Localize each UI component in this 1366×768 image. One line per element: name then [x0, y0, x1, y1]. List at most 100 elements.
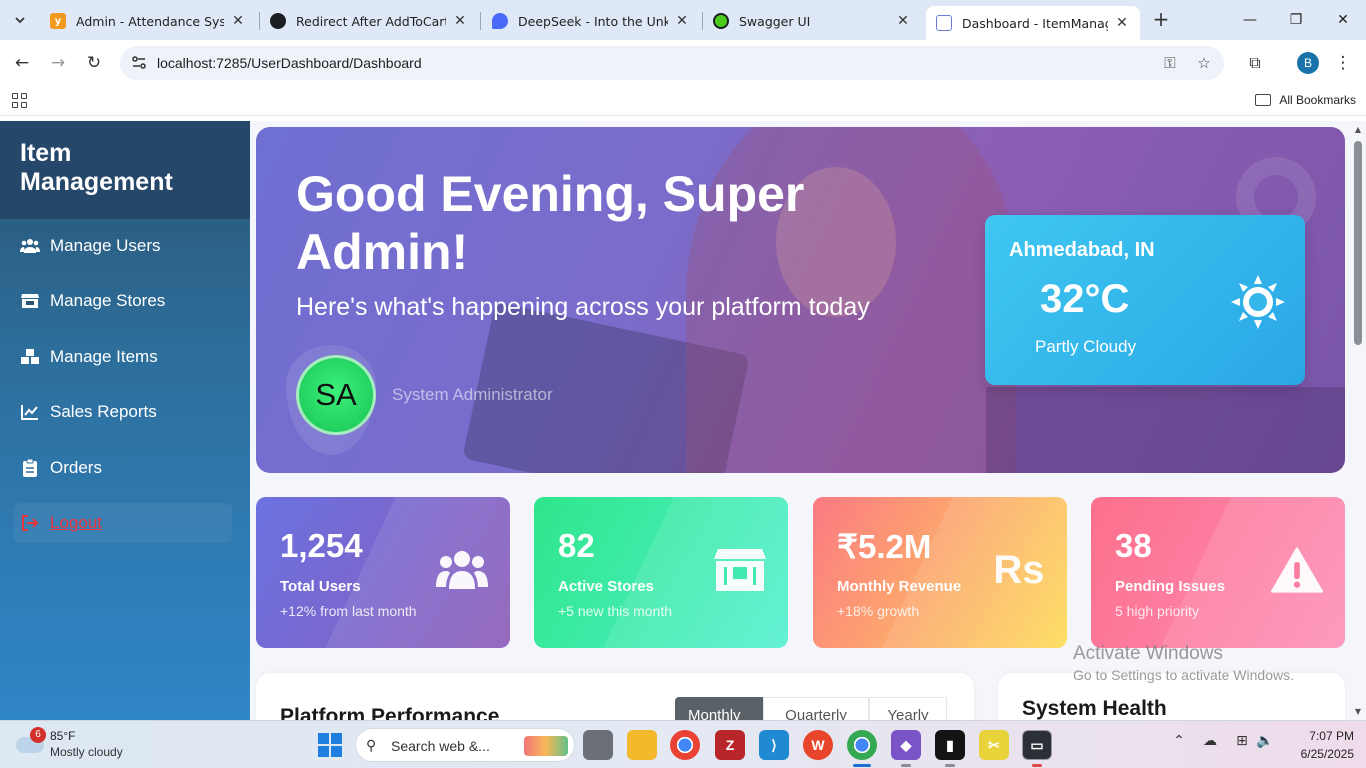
stat-value: 82: [558, 527, 595, 564]
new-tab-plus-icon[interactable]: +: [1150, 8, 1172, 30]
tray-chevron-up-icon[interactable]: ⌃: [1168, 733, 1190, 749]
tab-yearly[interactable]: Yearly: [869, 697, 947, 720]
browser-toolbar: ← → ↻ localhost:7285/UserDashboard/Dashb…: [0, 40, 1366, 86]
taskbar-weather-widget[interactable]: 6 85°F Mostly cloudy: [16, 727, 156, 763]
close-tab-icon[interactable]: ✕: [1114, 15, 1130, 31]
sidebar-item-label: Logout: [50, 513, 102, 532]
task-view-icon[interactable]: [583, 730, 613, 760]
sidebar-item-orders[interactable]: Orders: [0, 445, 250, 491]
sun-icon: [1231, 275, 1285, 329]
sidebar-item-sales-reports[interactable]: Sales Reports: [0, 389, 250, 435]
sidebar-item-manage-stores[interactable]: Manage Stores: [0, 278, 250, 324]
volume-icon[interactable]: 🔈: [1254, 733, 1276, 749]
close-tab-icon[interactable]: ✕: [895, 13, 911, 29]
browser-tab-deepseek[interactable]: DeepSeek - Into the Unknow ✕: [482, 6, 700, 36]
close-tab-icon[interactable]: ✕: [230, 13, 246, 29]
scroll-down-arrow-icon[interactable]: ▼: [1353, 707, 1363, 716]
taskbar-search-box[interactable]: ⚲ Search web &...: [355, 728, 575, 762]
tab-title: Admin - Attendance System: [76, 13, 224, 29]
user-role: System Administrator: [392, 385, 553, 404]
clipboard-icon: [20, 459, 40, 477]
folder-icon: [1255, 94, 1272, 106]
sidebar: Item Management Manage Users Manage Stor…: [0, 121, 250, 720]
file-explorer-icon[interactable]: [627, 730, 657, 760]
apps-grid-icon[interactable]: [12, 93, 28, 109]
close-window-icon[interactable]: ✕: [1331, 8, 1355, 32]
sidebar-item-manage-items[interactable]: Manage Items: [0, 334, 250, 380]
terminal-icon[interactable]: ▭: [1022, 730, 1052, 760]
sidebar-item-manage-users[interactable]: Manage Users: [0, 223, 250, 269]
browser-tab-dashboard[interactable]: Dashboard - ItemManageme ✕: [926, 6, 1140, 40]
minimize-icon[interactable]: —: [1238, 8, 1262, 32]
attendance-favicon-icon: y: [50, 13, 66, 29]
taskbar-clock[interactable]: 7:07 PM 6/25/2025: [1301, 727, 1354, 763]
chrome-icon[interactable]: [670, 730, 700, 760]
tab-search-chevron-icon[interactable]: [8, 8, 32, 32]
stat-value: 1,254: [280, 527, 363, 564]
active-app-indicator: [853, 764, 871, 767]
weather-city: Ahmedabad, IN: [1009, 239, 1155, 261]
all-bookmarks-label: All Bookmarks: [1279, 93, 1356, 107]
stat-card-active-stores[interactable]: 82 Active Stores +5 new this month: [534, 497, 788, 648]
reload-icon[interactable]: ↻: [82, 51, 106, 75]
greeting-heading: Good Evening, Super Admin!: [296, 166, 805, 280]
sidebar-brand: Item Management: [0, 121, 250, 219]
address-bar[interactable]: localhost:7285/UserDashboard/Dashboard ⚿…: [120, 46, 1224, 80]
windows-taskbar: 6 85°F Mostly cloudy ⚲ Search web &... Z…: [0, 720, 1366, 768]
password-key-icon[interactable]: ⚿: [1160, 54, 1180, 74]
all-bookmarks-button[interactable]: All Bookmarks: [1255, 93, 1356, 107]
chart-line-icon: [20, 403, 40, 421]
scroll-up-arrow-icon[interactable]: ▲: [1353, 125, 1363, 134]
cursor-editor-icon[interactable]: ▮: [935, 730, 965, 760]
stat-label: Monthly Revenue: [837, 578, 962, 595]
tab-quarterly[interactable]: Quarterly: [763, 697, 869, 720]
browser-tab-redirect[interactable]: Redirect After AddToCart ✕: [260, 6, 478, 36]
stat-subtext: +5 new this month: [558, 603, 673, 619]
deepseek-whale-icon: [492, 13, 508, 29]
stat-card-pending-issues[interactable]: 38 Pending Issues 5 high priority: [1091, 497, 1345, 648]
stat-card-monthly-revenue[interactable]: ₹5.2M Monthly Revenue +18% growth Rs: [813, 497, 1067, 648]
weather-condition: Partly Cloudy: [1035, 337, 1137, 356]
visual-studio-icon[interactable]: ◆: [891, 730, 921, 760]
browser-tab-swagger[interactable]: Swagger UI ✕: [703, 6, 921, 36]
cloud-sync-icon[interactable]: ☁: [1199, 733, 1221, 749]
snipping-tool-icon[interactable]: ✂: [979, 730, 1009, 760]
extensions-puzzle-icon[interactable]: ⧉: [1243, 51, 1267, 75]
wps-office-icon[interactable]: W: [803, 730, 833, 760]
panel-title: Platform Performance: [280, 705, 500, 720]
filezilla-icon[interactable]: Z: [715, 730, 745, 760]
stat-card-total-users[interactable]: 1,254 Total Users +12% from last month: [256, 497, 510, 648]
scroll-thumb[interactable]: [1354, 141, 1362, 345]
page-scrollbar[interactable]: ▲ ▼: [1350, 121, 1366, 720]
url-text: localhost:7285/UserDashboard/Dashboard: [157, 55, 422, 71]
sidebar-item-label: Manage Stores: [50, 291, 166, 310]
chrome-active-icon[interactable]: [847, 730, 877, 760]
panel-title: System Health: [1022, 697, 1167, 720]
vscode-icon[interactable]: ⟩: [759, 730, 789, 760]
site-info-icon[interactable]: [130, 54, 148, 72]
forward-arrow-icon[interactable]: →: [46, 51, 70, 75]
profile-avatar[interactable]: B: [1297, 52, 1319, 74]
browser-tabstrip: y Admin - Attendance System ✕ Redirect A…: [0, 0, 1366, 40]
github-favicon-icon: [270, 13, 286, 29]
logout-icon: [20, 514, 40, 532]
swagger-favicon-icon: [713, 13, 729, 29]
sidebar-item-logout[interactable]: Logout: [0, 500, 250, 546]
app-indicator: [945, 764, 955, 767]
close-tab-icon[interactable]: ✕: [452, 13, 468, 29]
close-tab-icon[interactable]: ✕: [674, 13, 690, 29]
sidebar-item-label: Sales Reports: [50, 402, 157, 421]
bookmark-star-icon[interactable]: ☆: [1194, 54, 1214, 74]
network-icon[interactable]: ⊞: [1231, 733, 1253, 749]
restore-window-icon[interactable]: ❐: [1284, 8, 1308, 32]
stat-subtext: +12% from last month: [280, 603, 417, 619]
tab-monthly[interactable]: Monthly: [675, 697, 763, 720]
platform-performance-panel: Platform Performance Monthly Quarterly Y…: [256, 673, 974, 720]
clock-time: 7:07 PM: [1309, 729, 1354, 743]
welcome-hero: Good Evening, Super Admin! Here's what's…: [256, 127, 1345, 473]
browser-menu-icon[interactable]: ⋮: [1331, 51, 1355, 75]
search-highlight-image: [524, 736, 568, 756]
browser-tab-attendance[interactable]: y Admin - Attendance System ✕: [40, 6, 256, 36]
windows-start-icon[interactable]: [318, 733, 342, 757]
back-arrow-icon[interactable]: ←: [10, 51, 34, 75]
